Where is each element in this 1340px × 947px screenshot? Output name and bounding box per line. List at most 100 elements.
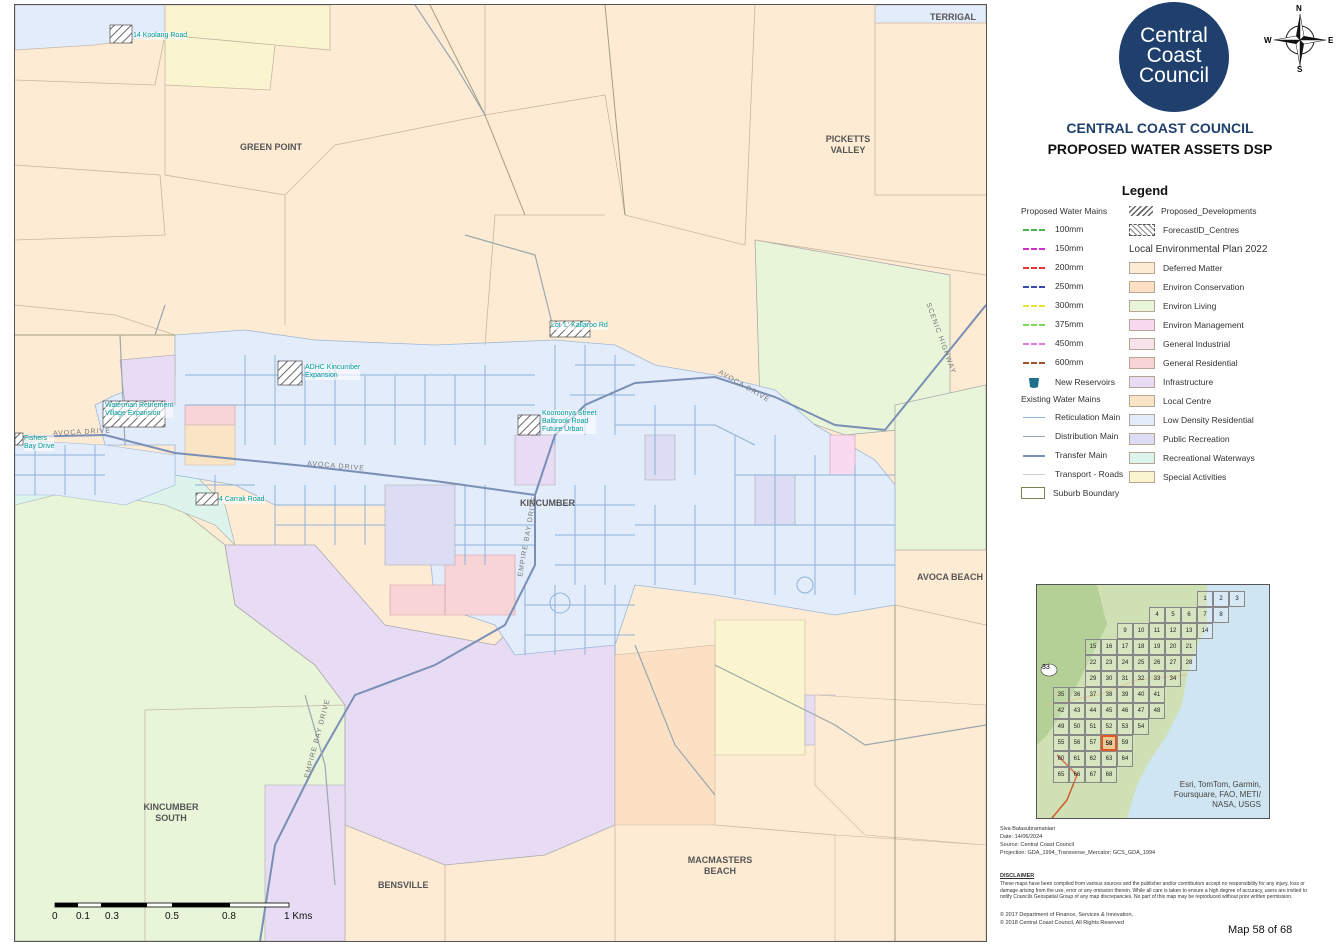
index-cell-62[interactable]: 62	[1085, 751, 1101, 767]
index-cell-5[interactable]: 5	[1165, 607, 1181, 623]
index-cell-68[interactable]: 68	[1101, 767, 1117, 783]
development-label-waterman: Waterman Retirement Village Expansion	[105, 402, 174, 418]
compass-south: S	[1297, 65, 1303, 74]
index-cell-15[interactable]: 15	[1085, 639, 1101, 655]
meta-author: Siva Balasubramanian	[1000, 826, 1056, 832]
index-cell-current[interactable]: 58	[1101, 735, 1117, 751]
index-cell-3[interactable]: 3	[1229, 591, 1245, 607]
index-cell-43[interactable]: 43	[1069, 703, 1085, 719]
legend-item-200mm: 200mm	[1021, 260, 1083, 274]
index-cell-51[interactable]: 51	[1085, 719, 1101, 735]
logo-line: Coast	[1146, 44, 1202, 67]
legend-item-special-activities: Special Activities	[1129, 470, 1226, 484]
scale-label: 0.5	[165, 911, 179, 922]
index-cell-21[interactable]: 21	[1181, 639, 1197, 655]
index-cell-54[interactable]: 54	[1133, 719, 1149, 735]
index-cell-49[interactable]: 49	[1053, 719, 1069, 735]
index-cell-67[interactable]: 67	[1085, 767, 1101, 783]
legend-item-low-density-residential: Low Density Residential	[1129, 413, 1254, 427]
index-cell-37[interactable]: 37	[1085, 687, 1101, 703]
scale-label: 0.1	[76, 911, 90, 922]
index-cell-4[interactable]: 4	[1149, 607, 1165, 623]
legend-item-deferred-matter: Deferred Matter	[1129, 261, 1223, 275]
meta-source: Source: Central Coast Council	[1000, 842, 1074, 848]
index-cell-35[interactable]: 35	[1053, 687, 1069, 703]
index-cell-38[interactable]: 38	[1101, 687, 1117, 703]
index-cell-17[interactable]: 17	[1117, 639, 1133, 655]
compass-north: N	[1296, 4, 1302, 13]
legend-section-proposed: Proposed Water Mains	[1021, 206, 1108, 216]
index-cell-13[interactable]: 13	[1181, 623, 1197, 639]
index-cell-52[interactable]: 52	[1101, 719, 1117, 735]
index-cell-66[interactable]: 66	[1069, 767, 1085, 783]
index-cell-7[interactable]: 7	[1197, 607, 1213, 623]
copyright-line: © 2017 Department of Finance, Services &…	[1000, 912, 1134, 918]
disclaimer-text: These maps have been compiled from vario…	[1000, 881, 1308, 900]
index-cell-11[interactable]: 11	[1149, 623, 1165, 639]
legend-item-transfer-main: Transfer Main	[1021, 448, 1107, 462]
legend-item-environ-management: Environ Management	[1129, 318, 1244, 332]
highway-shield: 33	[1042, 664, 1050, 671]
index-cell-50[interactable]: 50	[1069, 719, 1085, 735]
scale-label: 0.3	[105, 911, 119, 922]
index-cell-39[interactable]: 39	[1117, 687, 1133, 703]
index-cell-65[interactable]: 65	[1053, 767, 1069, 783]
index-cell-8[interactable]: 8	[1213, 607, 1229, 623]
legend-item-infrastructure: Infrastructure	[1129, 375, 1213, 389]
index-cell-2[interactable]: 2	[1213, 591, 1229, 607]
index-cell-53[interactable]: 53	[1117, 719, 1133, 735]
index-cell-47[interactable]: 47	[1133, 703, 1149, 719]
index-cell-41[interactable]: 41	[1149, 687, 1165, 703]
index-cell-42[interactable]: 42	[1053, 703, 1069, 719]
index-cell-10[interactable]: 10	[1133, 623, 1149, 639]
index-cell-59[interactable]: 59	[1117, 735, 1133, 751]
development-label-lot-l: Lot 'L' Kallaroo Rd	[551, 322, 608, 330]
index-cell-26[interactable]: 26	[1149, 655, 1165, 671]
index-cell-12[interactable]: 12	[1165, 623, 1181, 639]
legend-item-proposed-developments: Proposed_Developments	[1129, 204, 1256, 218]
index-cell-24[interactable]: 24	[1117, 655, 1133, 671]
index-cell-64[interactable]: 64	[1117, 751, 1133, 767]
index-cell-29[interactable]: 29	[1085, 671, 1101, 687]
map-frame[interactable]: TERRIGAL GREEN POINT PICKETTS VALLEY KIN…	[14, 4, 987, 942]
index-cell-45[interactable]: 45	[1101, 703, 1117, 719]
index-cell-27[interactable]: 27	[1165, 655, 1181, 671]
index-cell-1[interactable]: 1	[1197, 591, 1213, 607]
index-cell-25[interactable]: 25	[1133, 655, 1149, 671]
index-cell-14[interactable]: 14	[1197, 623, 1213, 639]
index-cell-20[interactable]: 20	[1165, 639, 1181, 655]
suburb-label-avoca-beach: AVOCA BEACH	[917, 572, 984, 582]
index-cell-32[interactable]: 32	[1133, 671, 1149, 687]
index-cell-57[interactable]: 57	[1085, 735, 1101, 751]
index-cell-61[interactable]: 61	[1069, 751, 1085, 767]
index-cell-28[interactable]: 28	[1181, 655, 1197, 671]
index-cell-6[interactable]: 6	[1181, 607, 1197, 623]
legend-item-375mm: 375mm	[1021, 317, 1083, 331]
index-cell-18[interactable]: 18	[1133, 639, 1149, 655]
index-cell-48[interactable]: 48	[1149, 703, 1165, 719]
index-cell-46[interactable]: 46	[1117, 703, 1133, 719]
legend-item-environ-living: Environ Living	[1129, 299, 1216, 313]
index-cell-22[interactable]: 22	[1085, 655, 1101, 671]
index-cell-36[interactable]: 36	[1069, 687, 1085, 703]
index-cell-16[interactable]: 16	[1101, 639, 1117, 655]
index-cell-40[interactable]: 40	[1133, 687, 1149, 703]
suburb-label-green-point: GREEN POINT	[240, 142, 303, 152]
legend-item-reticulation-main: Reticulation Main	[1021, 410, 1120, 424]
index-cell-23[interactable]: 23	[1101, 655, 1117, 671]
disclaimer-title: DISCLAIMER	[1000, 873, 1035, 879]
index-cell-19[interactable]: 19	[1149, 639, 1165, 655]
index-cell-9[interactable]: 9	[1117, 623, 1133, 639]
index-cell-31[interactable]: 31	[1117, 671, 1133, 687]
index-map[interactable]: 33 1 2 3 4 5 6 7 8 9 10 11 12 13 14 15 16 17 18 19 20 21 22 23…	[1036, 584, 1270, 819]
index-cell-34[interactable]: 34	[1165, 671, 1181, 687]
index-cell-55[interactable]: 55	[1053, 735, 1069, 751]
index-cell-44[interactable]: 44	[1085, 703, 1101, 719]
index-cell-33[interactable]: 33	[1149, 671, 1165, 687]
index-cell-30[interactable]: 30	[1101, 671, 1117, 687]
index-cell-63[interactable]: 63	[1101, 751, 1117, 767]
index-cell-56[interactable]: 56	[1069, 735, 1085, 751]
legend-item-100mm: 100mm	[1021, 222, 1083, 236]
index-cell-60[interactable]: 60	[1053, 751, 1069, 767]
suburb-label-bensville: BENSVILLE	[378, 880, 429, 890]
